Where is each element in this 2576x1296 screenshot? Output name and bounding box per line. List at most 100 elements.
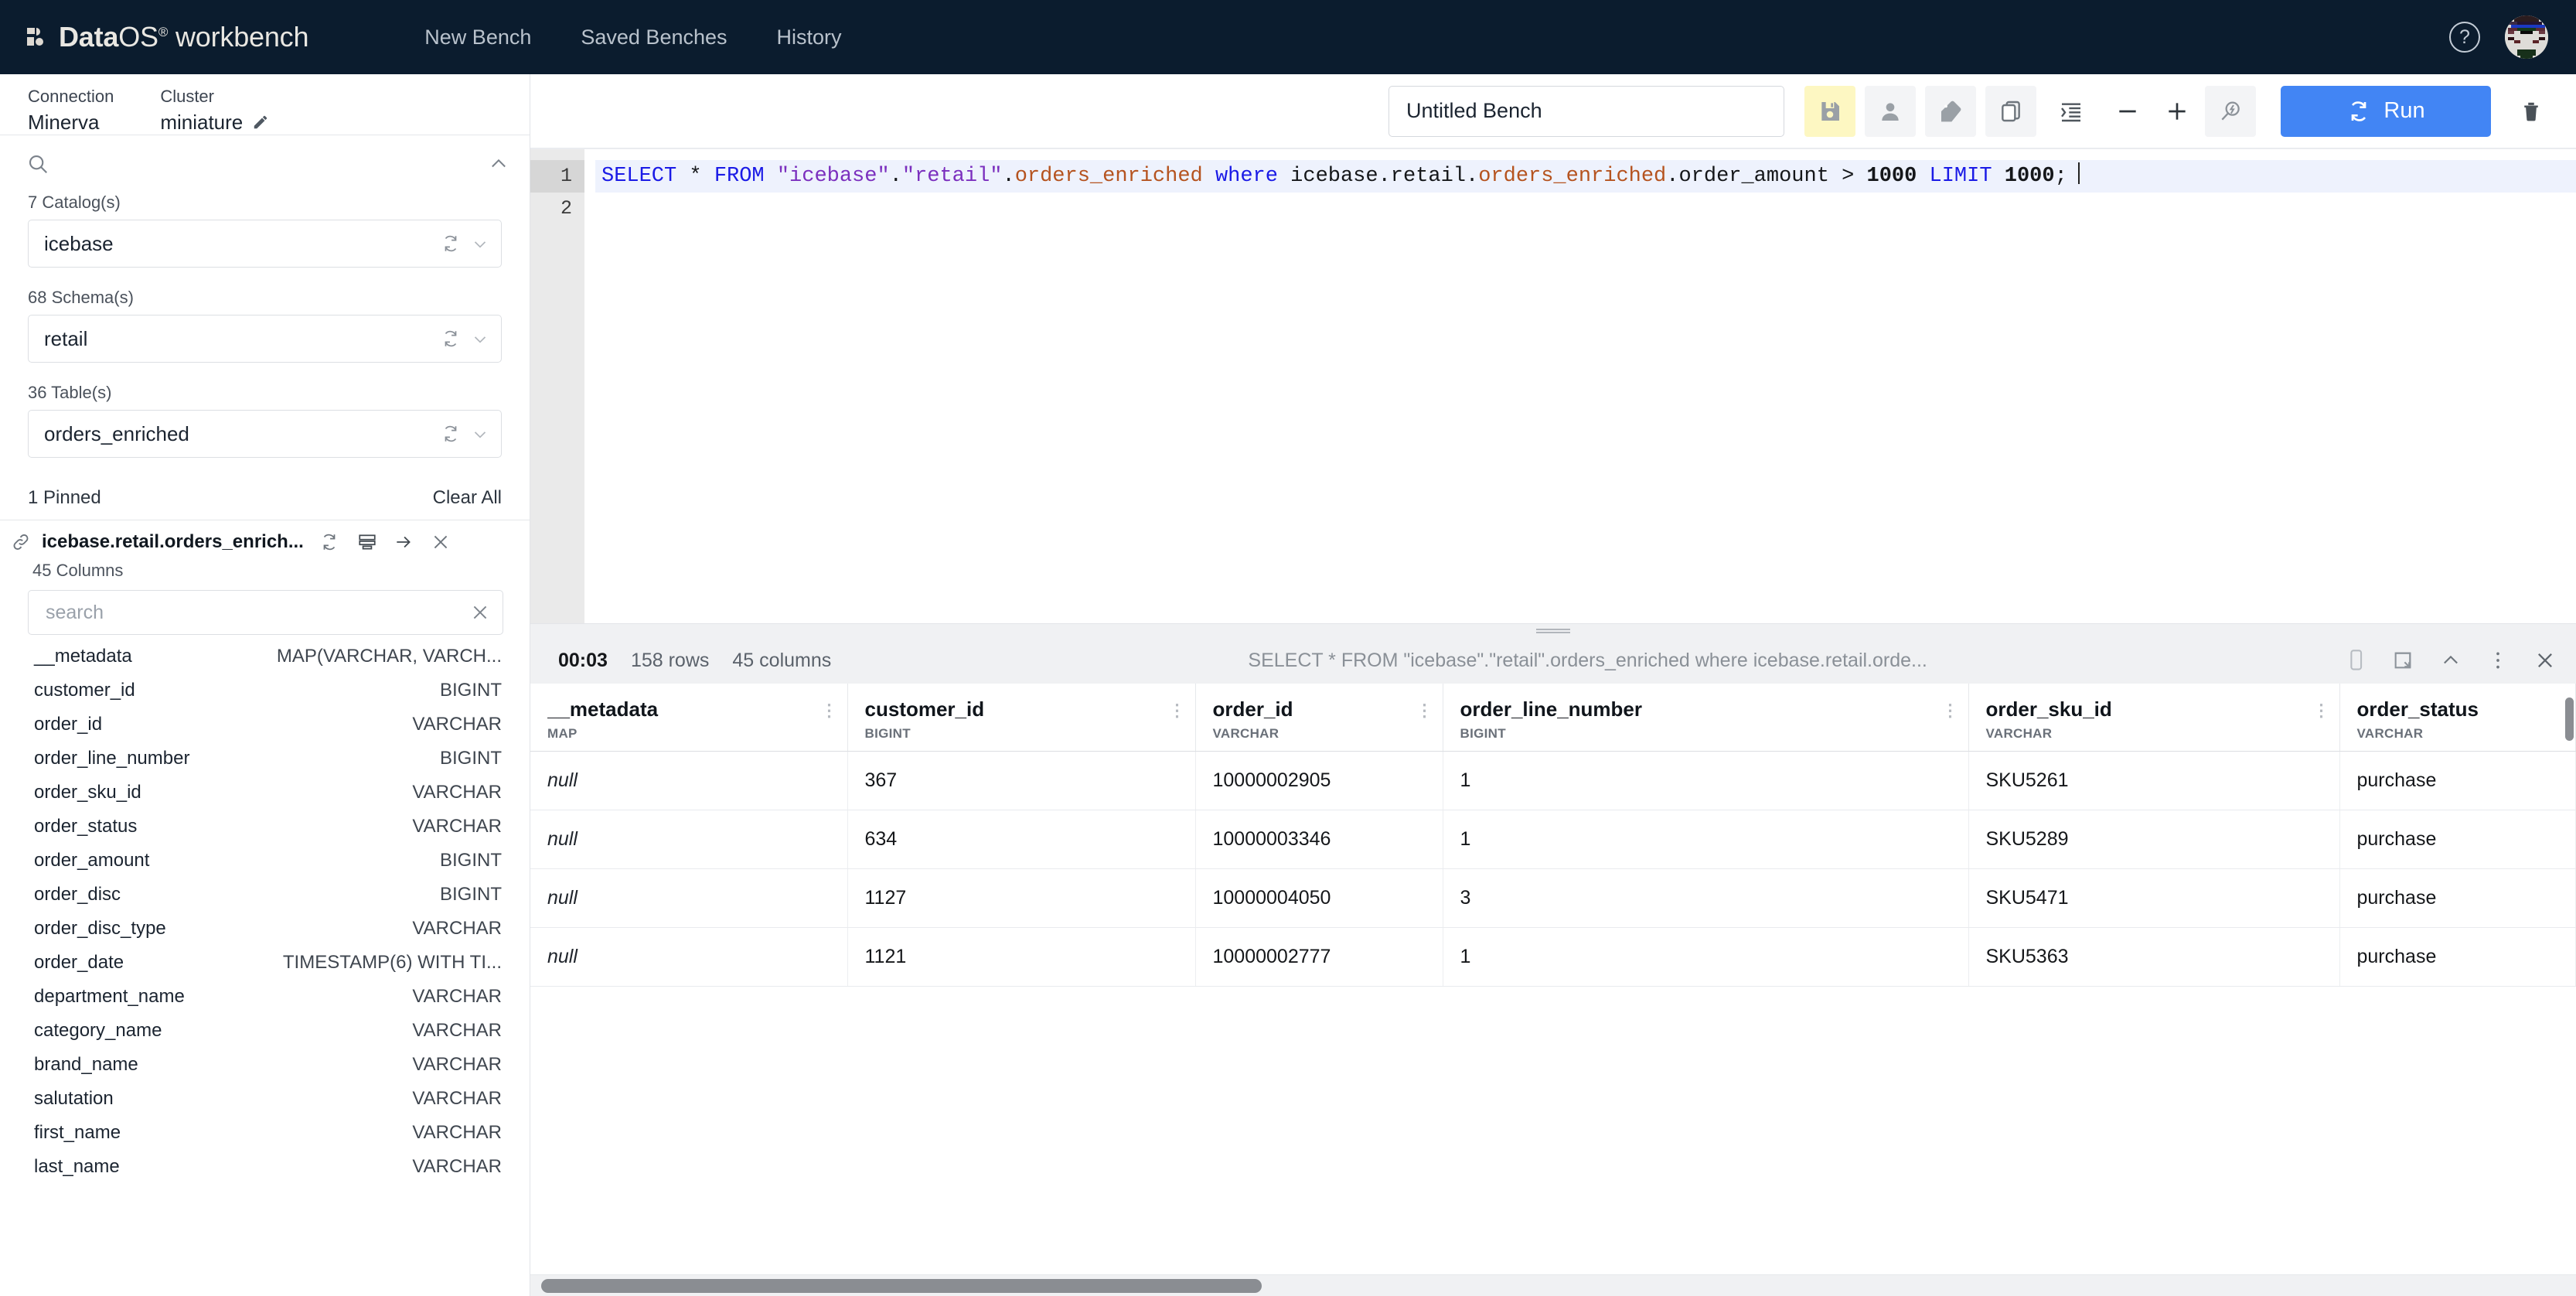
collapse-chevron-up-icon[interactable] <box>488 153 509 175</box>
results-panel: 00:03 158 rows 45 columns SELECT * FROM … <box>530 637 2576 1296</box>
refresh-icon[interactable] <box>441 329 461 349</box>
column-header-order-line-number[interactable]: order_line_number BIGINT ⋮ <box>1443 684 1968 752</box>
sql-token <box>676 165 689 188</box>
list-item[interactable]: customer_idBIGINT <box>34 680 502 714</box>
column-menu-icon[interactable]: ⋮ <box>2313 704 2330 718</box>
list-item[interactable]: order_discBIGINT <box>34 884 502 918</box>
panel-splitter[interactable] <box>530 623 2576 637</box>
list-item[interactable]: order_sku_idVARCHAR <box>34 782 502 816</box>
refresh-icon[interactable] <box>441 234 461 254</box>
close-results-icon[interactable] <box>2534 650 2556 671</box>
run-button[interactable]: Run <box>2281 86 2491 137</box>
delete-button[interactable] <box>2508 88 2554 135</box>
list-item[interactable]: order_statusVARCHAR <box>34 816 502 850</box>
nav-item-new-bench[interactable]: New Bench <box>400 18 556 57</box>
column-menu-icon[interactable]: ⋮ <box>1416 704 1433 718</box>
column-header-metadata[interactable]: __metadata MAP ⋮ <box>530 684 847 752</box>
zoom-in-button[interactable] <box>2155 90 2199 133</box>
table-select[interactable]: orders_enriched <box>28 410 502 458</box>
refresh-icon[interactable] <box>319 532 339 552</box>
sql-token: .order_amount <box>1666 165 1842 188</box>
brand-logo[interactable]: DataOS® workbench <box>26 21 308 53</box>
vertical-scroll-thumb[interactable] <box>2565 697 2574 741</box>
column-header-order-id[interactable]: order_id VARCHAR ⋮ <box>1195 684 1443 752</box>
cluster-label: Cluster <box>160 85 269 108</box>
explain-query-button[interactable] <box>2205 86 2256 137</box>
line-number: 2 <box>561 197 572 220</box>
table-row[interactable]: null 1121 10000002777 1 SKU5363 purchase <box>530 928 2576 987</box>
schema-select[interactable]: retail <box>28 315 502 363</box>
horizontal-scroll-thumb[interactable] <box>541 1279 1262 1293</box>
minus-icon <box>2115 99 2140 124</box>
editor-code-area[interactable]: SELECT * FROM "icebase"."retail".orders_… <box>584 149 2576 623</box>
chevron-down-icon[interactable] <box>470 329 490 349</box>
list-item[interactable]: __metadataMAP(VARCHAR, VARCH... <box>34 646 502 680</box>
share-user-button[interactable] <box>1865 86 1916 137</box>
nav-item-history[interactable]: History <box>752 18 867 57</box>
pinned-table-item[interactable]: icebase.retail.orders_enrich... <box>0 520 530 553</box>
edit-pencil-icon[interactable] <box>252 114 269 131</box>
header-name: order_sku_id <box>1986 697 2322 721</box>
table-row[interactable]: null 1127 10000004050 3 SKU5471 purchase <box>530 869 2576 928</box>
clear-all-button[interactable]: Clear All <box>433 487 502 509</box>
column-search-box[interactable] <box>28 590 503 635</box>
bench-name-input[interactable]: Untitled Bench <box>1389 86 1784 137</box>
column-name: last_name <box>34 1156 120 1178</box>
more-options-icon[interactable] <box>2488 650 2508 671</box>
open-arrow-right-icon[interactable] <box>394 532 414 552</box>
list-item[interactable]: order_disc_typeVARCHAR <box>34 918 502 952</box>
copy-button[interactable] <box>1985 86 2036 137</box>
column-menu-icon[interactable]: ⋮ <box>821 704 838 718</box>
list-item[interactable]: order_idVARCHAR <box>34 714 502 748</box>
link-icon <box>11 532 31 552</box>
nav-item-saved-benches[interactable]: Saved Benches <box>556 18 751 57</box>
column-search-input[interactable] <box>44 601 470 625</box>
column-header-order-status[interactable]: order_status VARCHAR <box>2339 684 2576 752</box>
close-icon[interactable] <box>431 532 451 552</box>
column-menu-icon[interactable]: ⋮ <box>1942 704 1959 718</box>
column-header-order-sku-id[interactable]: order_sku_id VARCHAR ⋮ <box>1968 684 2339 752</box>
cell: 10000003346 <box>1195 810 1443 869</box>
table-preview-icon[interactable] <box>356 532 377 552</box>
clear-search-icon[interactable] <box>470 602 490 622</box>
column-type: BIGINT <box>440 850 502 871</box>
expand-results-icon[interactable] <box>2392 650 2414 671</box>
list-item[interactable]: department_nameVARCHAR <box>34 986 502 1020</box>
format-indent-button[interactable] <box>2046 86 2097 137</box>
list-item[interactable]: salutationVARCHAR <box>34 1088 502 1122</box>
table-selector-group: 36 Table(s) orders_enriched <box>28 383 502 458</box>
results-horizontal-scrollbar[interactable] <box>530 1274 2576 1296</box>
column-header-customer-id[interactable]: customer_id BIGINT ⋮ <box>847 684 1195 752</box>
elapsed-time: 00:03 <box>558 650 608 672</box>
chevron-down-icon[interactable] <box>470 234 490 254</box>
zoom-out-button[interactable] <box>2106 90 2149 133</box>
chevron-down-icon[interactable] <box>470 424 490 444</box>
list-item[interactable]: order_line_numberBIGINT <box>34 748 502 782</box>
sql-editor[interactable]: 1 2 SELECT * FROM "icebase"."retail".ord… <box>530 148 2576 623</box>
search-icon[interactable] <box>26 152 49 176</box>
results-grid-wrap[interactable]: __metadata MAP ⋮ customer_id BIGINT ⋮ <box>530 684 2576 1296</box>
save-button[interactable] <box>1804 86 1855 137</box>
list-item[interactable]: order_amountBIGINT <box>34 850 502 884</box>
list-item[interactable]: brand_nameVARCHAR <box>34 1054 502 1088</box>
cell: purchase <box>2339 810 2576 869</box>
catalog-select-icons <box>441 234 490 254</box>
sql-token <box>1854 165 1866 188</box>
list-item[interactable]: order_dateTIMESTAMP(6) WITH TI... <box>34 952 502 986</box>
table-row[interactable]: null 634 10000003346 1 SKU5289 purchase <box>530 810 2576 869</box>
table-row[interactable]: null 367 10000002905 1 SKU5261 purchase <box>530 752 2576 810</box>
tag-button[interactable] <box>1925 86 1976 137</box>
results-vertical-scrollbar[interactable] <box>2564 684 2576 1274</box>
catalog-select[interactable]: icebase <box>28 220 502 268</box>
list-item[interactable]: last_nameVARCHAR <box>34 1156 502 1190</box>
collapse-chevron-up-icon[interactable] <box>2440 650 2462 671</box>
pinned-item-actions <box>319 532 451 552</box>
column-menu-icon[interactable]: ⋮ <box>1169 704 1186 718</box>
help-icon[interactable]: ? <box>2449 22 2480 53</box>
avatar[interactable] <box>2505 15 2548 59</box>
list-item[interactable]: first_nameVARCHAR <box>34 1122 502 1156</box>
refresh-icon[interactable] <box>441 424 461 444</box>
list-item[interactable]: category_nameVARCHAR <box>34 1020 502 1054</box>
column-list[interactable]: __metadataMAP(VARCHAR, VARCH... customer… <box>0 635 530 1296</box>
copy-results-icon[interactable] <box>2344 649 2366 672</box>
